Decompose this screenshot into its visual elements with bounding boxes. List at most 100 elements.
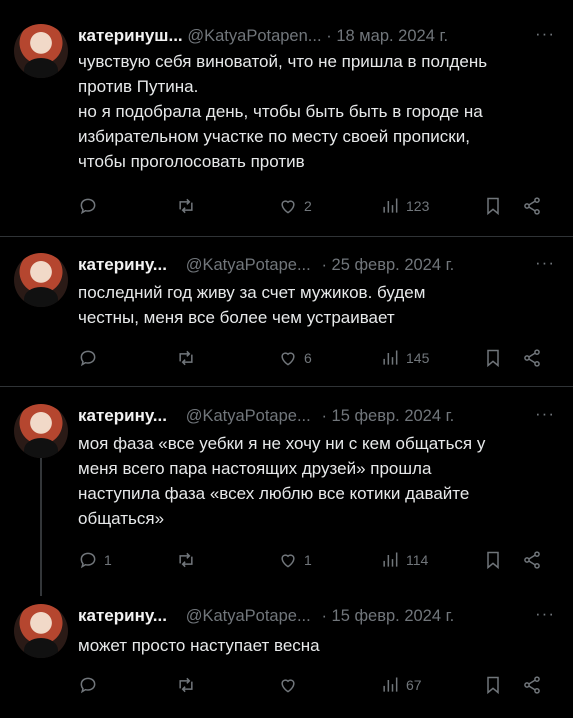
- tweet-line: меня всего пара настоящих друзей» прошла: [78, 459, 432, 478]
- share-icon: [524, 551, 540, 569]
- share-icon: [524, 676, 540, 694]
- divider: [0, 386, 573, 387]
- like-button[interactable]: 1: [278, 550, 312, 570]
- reply-icon: [80, 198, 96, 215]
- tweet-text: последний год живу за счет мужиков. буде…: [78, 280, 558, 330]
- tweet-line: наступила фаза «всех люблю все котики да…: [78, 484, 470, 503]
- tweet-line: общаться»: [78, 509, 165, 528]
- tweet-text: может просто наступает весна: [78, 633, 558, 658]
- like-button[interactable]: 2: [278, 196, 312, 216]
- tweet-actions: 67: [78, 675, 558, 699]
- avatar[interactable]: [14, 404, 68, 458]
- heart-icon: [281, 679, 295, 693]
- like-count: 1: [304, 552, 312, 568]
- divider: [0, 236, 573, 237]
- author-name[interactable]: катерину...: [78, 255, 167, 274]
- tweet-line: против Путина.: [78, 77, 199, 96]
- bookmark-icon: [487, 197, 499, 216]
- share-button[interactable]: [522, 550, 542, 570]
- views-button[interactable]: 67: [380, 675, 422, 695]
- tweet-line: но я подобрала день, чтобы быть быть в г…: [78, 102, 483, 121]
- reply-count: 1: [104, 552, 112, 568]
- author-handle[interactable]: @KatyaPotape...: [186, 607, 311, 625]
- share-icon: [524, 349, 540, 367]
- share-button[interactable]: [522, 196, 542, 216]
- like-count: 6: [304, 350, 312, 366]
- bookmark-icon: [487, 676, 499, 695]
- bookmark-button[interactable]: [483, 675, 503, 695]
- tweet-text: чувствую себя виноватой, что не пришла в…: [78, 49, 558, 174]
- bookmark-icon: [487, 551, 499, 570]
- tweet-line: избирательном участке по месту своей про…: [78, 127, 470, 146]
- tweet-header: катерину... @KatyaPotape... · 25 февр. 2…: [78, 253, 568, 277]
- tweet-date[interactable]: · 15 февр. 2024 г.: [321, 407, 454, 425]
- tweet-actions: 1 1 114: [78, 550, 558, 574]
- author-name[interactable]: катерину...: [78, 406, 167, 425]
- more-options-icon[interactable]: ···: [535, 404, 555, 424]
- avatar[interactable]: [14, 604, 68, 658]
- tweet-line: моя фаза «все уебки я не хочу ни с кем о…: [78, 434, 486, 453]
- retweet-button[interactable]: [176, 675, 202, 695]
- like-button[interactable]: 6: [278, 348, 312, 368]
- bookmark-button[interactable]: [483, 348, 503, 368]
- tweet-header: катерину... @KatyaPotape... · 15 февр. 2…: [78, 604, 568, 628]
- retweet-icon: [179, 198, 193, 214]
- like-button[interactable]: [278, 675, 304, 695]
- views-count: 67: [406, 677, 422, 693]
- author-name[interactable]: катерину...: [78, 606, 167, 625]
- tweet-date[interactable]: · 18 мар. 2024 г.: [326, 27, 448, 45]
- views-button[interactable]: 123: [380, 196, 429, 216]
- tweet-actions: 2 123: [78, 196, 558, 220]
- tweet-actions: 6 145: [78, 348, 558, 372]
- analytics-icon: [383, 552, 398, 567]
- thread-connector: [40, 458, 42, 596]
- reply-button[interactable]: [78, 348, 104, 368]
- avatar[interactable]: [14, 253, 68, 307]
- bookmark-icon: [487, 349, 499, 368]
- tweet-header: катеринуш... @KatyaPotapen... · 18 мар. …: [78, 24, 568, 48]
- author-name[interactable]: катеринуш...: [78, 26, 183, 45]
- tweet-text: моя фаза «все уебки я не хочу ни с кем о…: [78, 431, 558, 531]
- like-count: 2: [304, 198, 312, 214]
- retweet-button[interactable]: [176, 196, 202, 216]
- tweet-date[interactable]: · 15 февр. 2024 г.: [321, 607, 454, 625]
- analytics-icon: [383, 198, 398, 213]
- more-options-icon[interactable]: ···: [535, 604, 555, 624]
- views-count: 145: [406, 350, 430, 366]
- reply-button[interactable]: [78, 675, 104, 695]
- reply-button[interactable]: [78, 196, 104, 216]
- views-button[interactable]: 145: [380, 348, 429, 368]
- author-handle[interactable]: @KatyaPotape...: [186, 407, 311, 425]
- views-button[interactable]: 114: [380, 550, 428, 570]
- more-options-icon[interactable]: ···: [535, 253, 555, 273]
- tweet-date[interactable]: · 25 февр. 2024 г.: [321, 256, 454, 274]
- share-button[interactable]: [522, 675, 542, 695]
- author-handle[interactable]: @KatyaPotape...: [186, 256, 311, 274]
- retweet-button[interactable]: [176, 550, 202, 570]
- tweet-line: честны, меня все более чем устраивает: [78, 308, 395, 327]
- tweet-line: последний год живу за счет мужиков. буде…: [78, 283, 426, 302]
- retweet-icon: [179, 552, 193, 568]
- retweet-button[interactable]: [176, 348, 202, 368]
- analytics-icon: [383, 677, 398, 692]
- reply-button[interactable]: 1: [78, 550, 112, 570]
- retweet-icon: [179, 350, 193, 366]
- heart-icon: [281, 352, 295, 366]
- avatar[interactable]: [14, 24, 68, 78]
- share-button[interactable]: [522, 348, 542, 368]
- tweet-header: катерину... @KatyaPotape... · 15 февр. 2…: [78, 404, 568, 428]
- reply-icon: [80, 677, 96, 694]
- heart-icon: [281, 554, 295, 568]
- bookmark-button[interactable]: [483, 550, 503, 570]
- reply-icon: [80, 552, 96, 569]
- author-handle[interactable]: @KatyaPotapen...: [187, 27, 321, 45]
- share-icon: [524, 197, 540, 215]
- heart-icon: [281, 200, 295, 214]
- bookmark-button[interactable]: [483, 196, 503, 216]
- tweet-line: может просто наступает весна: [78, 636, 320, 655]
- more-options-icon[interactable]: ···: [535, 24, 555, 44]
- views-count: 123: [406, 198, 430, 214]
- views-count: 114: [406, 552, 429, 568]
- retweet-icon: [179, 677, 193, 693]
- tweet-line: чувствую себя виноватой, что не пришла в…: [78, 52, 488, 71]
